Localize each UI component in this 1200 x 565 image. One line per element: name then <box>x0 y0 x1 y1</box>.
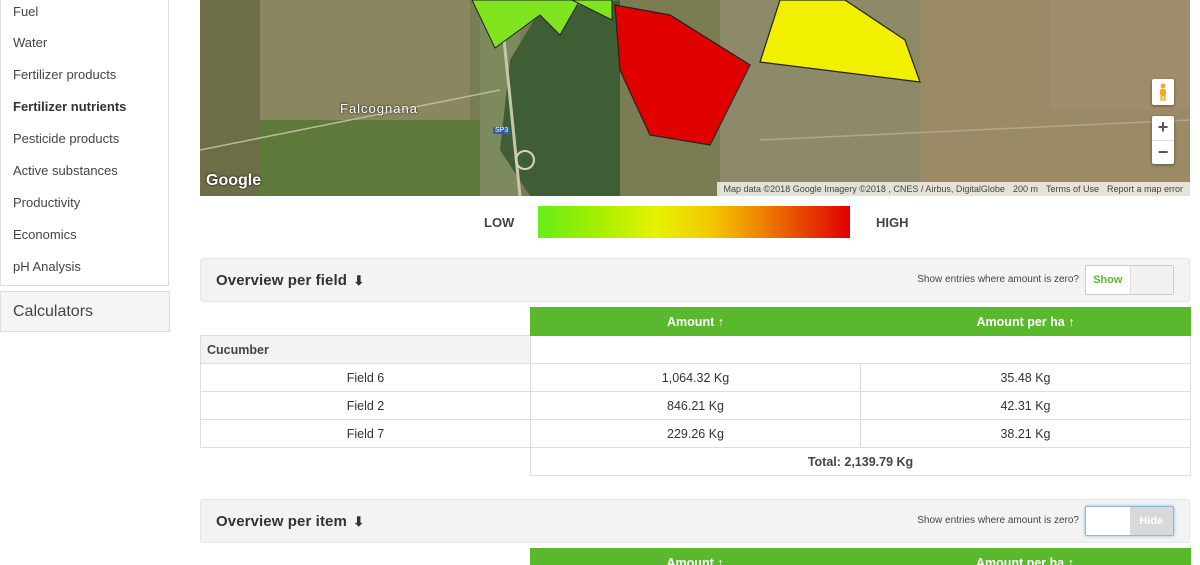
toggle-off-segment[interactable] <box>1129 266 1173 294</box>
table-row: Field 2 846.21 Kg 42.31 Kg <box>200 391 1191 420</box>
pegman-icon[interactable] <box>1152 79 1174 105</box>
attribution-text: Map data ©2018 Google Imagery ©2018 , CN… <box>723 184 1005 194</box>
sidebar-item-fuel[interactable]: Fuel <box>1 0 168 27</box>
sidebar-item-ph-analysis[interactable]: pH Analysis <box>1 251 168 283</box>
zero-entries-label: Show entries where amount is zero? <box>917 515 1079 526</box>
crop-group-label: Cucumber <box>200 335 531 364</box>
sidebar-item-productivity[interactable]: Productivity <box>1 187 168 219</box>
field-name: Field 7 <box>200 419 531 448</box>
legend-low-label: LOW <box>484 215 515 230</box>
column-header-amount[interactable]: Amount ↑ <box>529 548 861 565</box>
field-amount: 229.26 Kg <box>530 419 861 448</box>
calculators-button[interactable]: Calculators <box>0 291 170 332</box>
sidebar-item-pesticide-products[interactable]: Pesticide products <box>1 123 168 155</box>
sidebar-item-water[interactable]: Water <box>1 27 168 59</box>
table-row: Field 6 1,064.32 Kg 35.48 Kg <box>200 363 1191 392</box>
report-link[interactable]: Report a map error <box>1103 182 1187 196</box>
sidebar: Fuel Water Fertilizer products Fertilize… <box>0 0 170 332</box>
column-header-amount-per-ha[interactable]: Amount per ha ↑ <box>860 307 1191 336</box>
table-header-empty <box>201 308 531 336</box>
field-name: Field 6 <box>200 363 531 392</box>
field-amount: 1,064.32 Kg <box>530 363 861 392</box>
field-amount-per-ha: 38.21 Kg <box>860 419 1191 448</box>
total-amount: Total: 2,139.79 Kg <box>530 447 1191 476</box>
legend-high-label: HIGH <box>876 215 909 230</box>
zoom-out-button[interactable]: − <box>1152 140 1174 164</box>
field-amount-per-ha: 42.31 Kg <box>860 391 1191 420</box>
legend-gradient-bar <box>538 206 850 238</box>
scale-text: 200 m <box>1012 184 1038 194</box>
sidebar-menu: Fuel Water Fertilizer products Fertilize… <box>0 0 169 286</box>
overview-item-header[interactable]: Overview per item ⬇ Show entries where a… <box>200 499 1190 543</box>
show-toggle-button[interactable]: Show <box>1086 266 1130 294</box>
road-label: SP3 <box>493 127 511 134</box>
zoom-in-button[interactable]: + <box>1152 116 1174 140</box>
overview-field-title[interactable]: Overview per field ⬇ <box>216 272 364 289</box>
column-header-amount-per-ha[interactable]: Amount per ha ↑ <box>859 548 1191 565</box>
field-amount-per-ha: 35.48 Kg <box>860 363 1191 392</box>
sidebar-item-fertilizer-nutrients[interactable]: Fertilizer nutrients <box>1 91 168 123</box>
terms-link[interactable]: Terms of Use <box>1042 182 1103 196</box>
zero-entries-label: Show entries where amount is zero? <box>917 274 1079 285</box>
zero-entries-toggle[interactable]: Show <box>1085 265 1174 295</box>
color-legend: LOW HIGH <box>200 206 1190 238</box>
overview-item-title-text: Overview per item <box>216 513 347 530</box>
map-attribution: Map data ©2018 Google Imagery ©2018 , CN… <box>716 182 1190 196</box>
overview-item-title[interactable]: Overview per item ⬇ <box>216 513 364 530</box>
column-header-amount[interactable]: Amount ↑ <box>530 307 861 336</box>
sidebar-item-fertilizer-products[interactable]: Fertilizer products <box>1 59 168 91</box>
field-name: Field 2 <box>200 391 531 420</box>
zero-entries-toggle[interactable]: Hide <box>1085 506 1174 536</box>
total-spacer <box>201 448 531 476</box>
item-overview-table: Amount ↑ Amount per ha ↑ <box>200 548 1191 565</box>
table-header-empty <box>200 549 530 565</box>
table-row: Field 7 229.26 Kg 38.21 Kg <box>200 419 1191 448</box>
hide-toggle-button[interactable]: Hide <box>1129 507 1173 535</box>
zoom-control: + − <box>1152 116 1174 164</box>
overview-field-title-text: Overview per field <box>216 272 348 289</box>
sidebar-item-economics[interactable]: Economics <box>1 219 168 251</box>
field-amount: 846.21 Kg <box>530 391 861 420</box>
overview-field-header[interactable]: Overview per field ⬇ Show entries where … <box>200 258 1190 302</box>
toggle-off-segment[interactable] <box>1086 507 1130 535</box>
sidebar-item-active-substances[interactable]: Active substances <box>1 155 168 187</box>
crop-group-spacer <box>530 335 1191 364</box>
field-overview-table: Amount ↑ Amount per ha ↑ Cucumber Field … <box>200 307 1191 476</box>
google-logo: Google <box>206 172 262 189</box>
arrow-down-icon: ⬇ <box>353 273 365 288</box>
place-label: Falcognana <box>340 101 418 116</box>
arrow-down-icon: ⬇ <box>353 514 365 529</box>
satellite-imagery <box>200 0 1190 196</box>
field-map[interactable]: Falcognana SP3 Google + − Map data ©2018… <box>200 0 1190 196</box>
